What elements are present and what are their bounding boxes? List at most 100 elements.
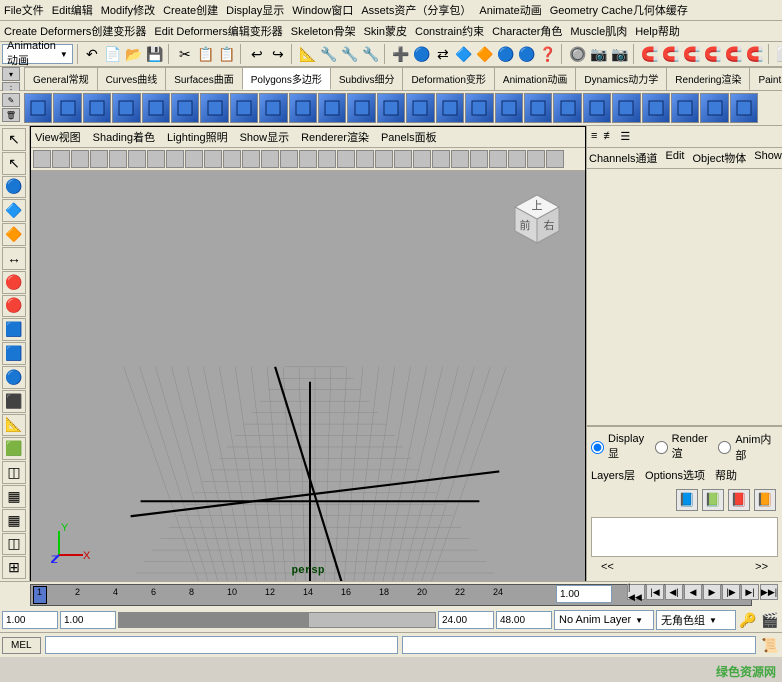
shelf-tab[interactable]: Surfaces曲面	[165, 67, 242, 90]
shelf-tab[interactable]: Subdivs细分	[330, 67, 404, 90]
shelf-tab[interactable]: Polygons多边形	[242, 67, 331, 90]
shelf-trash-icon[interactable]: 🗑	[2, 108, 20, 122]
toolbar-icon[interactable]: 🔘	[568, 44, 588, 64]
shelf-button[interactable]	[200, 93, 228, 123]
toolbar-icon[interactable]: 🔧	[361, 44, 381, 64]
tool-button[interactable]: 🔴	[2, 271, 26, 294]
command-language-label[interactable]: MEL	[2, 637, 41, 654]
layout-button[interactable]: ◫	[2, 533, 26, 556]
tool-button[interactable]: ↖	[2, 128, 26, 151]
toolbar-icon[interactable]: ↪	[268, 44, 288, 64]
layer-nav-next[interactable]: >>	[755, 561, 768, 573]
shelf-button[interactable]	[171, 93, 199, 123]
shelf-button[interactable]	[53, 93, 81, 123]
tab-edit[interactable]: Edit	[665, 150, 684, 166]
toolbar-icon[interactable]: ↩	[247, 44, 267, 64]
shelf-tab[interactable]: Animation动画	[494, 67, 576, 90]
toolbar-icon[interactable]: 🧲	[640, 44, 660, 64]
layout-button[interactable]: ⊞	[2, 556, 26, 579]
current-frame-field[interactable]	[556, 585, 612, 603]
menu-file[interactable]: File文件	[4, 2, 44, 18]
play-button[interactable]: |◀◀	[627, 584, 645, 600]
menu-window[interactable]: Window窗口	[292, 2, 353, 18]
menu-create-deformers[interactable]: Create Deformers创建变形器	[4, 23, 146, 39]
shelf-button[interactable]	[24, 93, 52, 123]
toolbar-icon[interactable]: 📋	[196, 44, 216, 64]
play-button[interactable]: ▶|	[741, 584, 759, 600]
shelf-button[interactable]	[730, 93, 758, 123]
viewport-tool-icon[interactable]	[451, 150, 469, 168]
viewport-tool-icon[interactable]	[90, 150, 108, 168]
tool-button[interactable]: 🟦	[2, 342, 26, 365]
viewport-tool-icon[interactable]	[71, 150, 89, 168]
shelf-button[interactable]	[318, 93, 346, 123]
toolbar-icon[interactable]: ➕	[391, 44, 411, 64]
viewport-tool-icon[interactable]	[109, 150, 127, 168]
menu-animate[interactable]: Animate动画	[479, 2, 541, 18]
vp-menu-panels[interactable]: Panels面板	[381, 129, 437, 145]
shelf-tab-scroll-icon[interactable]: ▾	[2, 67, 20, 81]
toolbar-icon[interactable]: ↶	[82, 44, 102, 64]
menu-skeleton[interactable]: Skeleton骨架	[291, 23, 356, 39]
viewport-tool-icon[interactable]	[166, 150, 184, 168]
tool-button[interactable]: 🔵	[2, 366, 26, 389]
toolbar-icon[interactable]: 📋	[217, 44, 237, 64]
vp-menu-lighting[interactable]: Lighting照明	[167, 129, 228, 145]
shelf-button[interactable]	[230, 93, 258, 123]
tool-button[interactable]: 🟩	[2, 437, 26, 460]
viewport-tool-icon[interactable]	[52, 150, 70, 168]
shelf-button[interactable]	[524, 93, 552, 123]
viewport-tool-icon[interactable]	[185, 150, 203, 168]
shelf-button[interactable]	[642, 93, 670, 123]
viewport-tool-icon[interactable]	[394, 150, 412, 168]
toolbar-icon[interactable]: 📄	[103, 44, 123, 64]
menu-character[interactable]: Character角色	[492, 23, 562, 39]
shelf-tab[interactable]: Rendering渲染	[666, 67, 750, 90]
toolbar-icon[interactable]: 🧲	[724, 44, 744, 64]
menu-geomcache[interactable]: Geometry Cache几何体缓存	[550, 2, 688, 18]
viewport-tool-icon[interactable]	[318, 150, 336, 168]
viewport-tool-icon[interactable]	[147, 150, 165, 168]
toolbar-icon[interactable]: ❓	[538, 44, 558, 64]
menu-muscle[interactable]: Muscle肌肉	[570, 23, 627, 39]
layer-menu-options[interactable]: Options选项	[645, 467, 705, 483]
menu-create[interactable]: Create创建	[163, 2, 218, 18]
tool-button[interactable]: 🟦	[2, 318, 26, 341]
shelf-button[interactable]	[671, 93, 699, 123]
toolbar-icon[interactable]: 📂	[124, 44, 144, 64]
viewport-tool-icon[interactable]	[527, 150, 545, 168]
layer-action-icon[interactable]: 📘	[676, 489, 698, 511]
viewport-tool-icon[interactable]	[223, 150, 241, 168]
toolbar-icon[interactable]: ⬜	[775, 44, 782, 64]
toolbar-icon[interactable]: 📐	[298, 44, 318, 64]
play-button[interactable]: |◀	[646, 584, 664, 600]
viewport-tool-icon[interactable]	[204, 150, 222, 168]
tool-button[interactable]: ↖	[2, 152, 26, 175]
layout-button[interactable]: ▦	[2, 509, 26, 532]
viewport-tool-icon[interactable]	[356, 150, 374, 168]
toolbar-icon[interactable]: 🔵	[517, 44, 537, 64]
command-input[interactable]	[45, 636, 399, 654]
viewport-tool-icon[interactable]	[470, 150, 488, 168]
viewport-tool-icon[interactable]	[299, 150, 317, 168]
play-button[interactable]: |▶	[722, 584, 740, 600]
play-button[interactable]: ▶	[703, 584, 721, 600]
channel-icon[interactable]: ≡	[591, 130, 597, 143]
channel-icon[interactable]: ☰	[620, 130, 630, 143]
menu-edit[interactable]: Edit编辑	[52, 2, 93, 18]
viewport-tool-icon[interactable]	[261, 150, 279, 168]
shelf-button[interactable]	[612, 93, 640, 123]
shelf-tab[interactable]: Curves曲线	[97, 67, 167, 90]
layer-radio-anim[interactable]	[718, 441, 731, 454]
viewport-tool-icon[interactable]	[375, 150, 393, 168]
mode-selector[interactable]: Animation动画	[2, 44, 73, 64]
layer-action-icon[interactable]: 📗	[702, 489, 724, 511]
viewport-tool-icon[interactable]	[128, 150, 146, 168]
vp-menu-show[interactable]: Show显示	[240, 129, 290, 145]
tool-button[interactable]: 🔷	[2, 199, 26, 222]
toolbar-icon[interactable]: 🧲	[661, 44, 681, 64]
shelf-button[interactable]	[465, 93, 493, 123]
layer-action-icon[interactable]: 📙	[754, 489, 776, 511]
toolbar-icon[interactable]: 📷	[589, 44, 609, 64]
layout-button[interactable]: ◫	[2, 461, 26, 484]
